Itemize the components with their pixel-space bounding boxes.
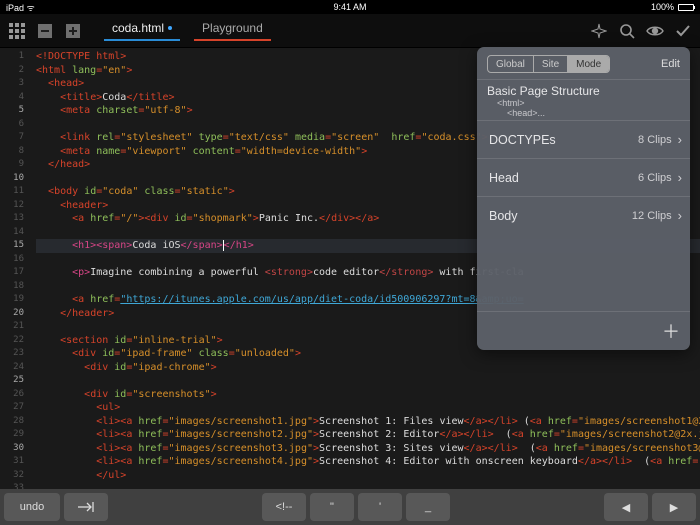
chevron-right-icon: › <box>678 208 682 223</box>
cursor-left-button[interactable]: ◀ <box>604 493 648 521</box>
key-double-quote[interactable]: " <box>310 493 354 521</box>
undo-button[interactable]: undo <box>4 493 60 521</box>
collapse-icon[interactable] <box>36 22 54 40</box>
check-icon[interactable] <box>674 22 692 40</box>
segment-site[interactable]: Site <box>534 56 568 72</box>
chevron-right-icon: › <box>678 170 682 185</box>
wifi-icon: ᯤ <box>27 3 35 13</box>
clock: 9:41 AM <box>0 2 700 12</box>
clips-section-head[interactable]: Head6 Clips› <box>477 158 690 196</box>
key-underscore[interactable]: _ <box>406 493 450 521</box>
status-bar: iPad ᯤ 9:41 AM 100% <box>0 0 700 14</box>
unsaved-dot-icon <box>168 26 172 30</box>
battery-icon <box>678 4 694 11</box>
preview-icon[interactable] <box>646 22 664 40</box>
tab-coda-html[interactable]: coda.html <box>110 21 174 41</box>
clips-section-body[interactable]: Body12 Clips› <box>477 196 690 234</box>
carrier-label: iPad ᯤ <box>6 1 35 14</box>
toolbar: coda.html Playground <box>0 14 700 48</box>
clips-panel: Global Site Mode Edit Basic Page Structu… <box>477 47 690 350</box>
key-single-quote[interactable]: ' <box>358 493 402 521</box>
scope-segmented-control[interactable]: Global Site Mode <box>487 55 610 73</box>
sparkle-icon[interactable] <box>590 22 608 40</box>
chevron-right-icon: › <box>678 132 682 147</box>
segment-global[interactable]: Global <box>488 56 534 72</box>
tab-playground[interactable]: Playground <box>200 21 265 41</box>
keyboard-toolbar: undo <!-- " ' _ ◀ ▶ <box>0 489 700 525</box>
breadcrumb-head[interactable]: <head>... <box>507 108 545 118</box>
panel-title: Basic Page Structure <box>487 84 680 98</box>
search-icon[interactable] <box>618 22 636 40</box>
grid-icon[interactable] <box>8 22 26 40</box>
segment-mode[interactable]: Mode <box>568 56 609 72</box>
battery-percent: 100% <box>651 2 674 12</box>
line-gutter: 1234567891011121314151617181920212223242… <box>0 48 30 489</box>
tab-bar: coda.html Playground <box>110 21 265 41</box>
add-clip-button[interactable]: ＋ <box>662 322 680 342</box>
clips-list: DOCTYPEs8 Clips›Head6 Clips›Body12 Clips… <box>477 120 690 311</box>
key-comment[interactable]: <!-- <box>262 493 306 521</box>
cursor-right-button[interactable]: ▶ <box>652 493 696 521</box>
edit-button[interactable]: Edit <box>661 58 680 70</box>
add-file-icon[interactable] <box>64 22 82 40</box>
clips-section-doctypes[interactable]: DOCTYPEs8 Clips› <box>477 120 690 158</box>
tab-key[interactable] <box>64 493 108 521</box>
breadcrumb-html[interactable]: <html> <box>497 98 525 108</box>
